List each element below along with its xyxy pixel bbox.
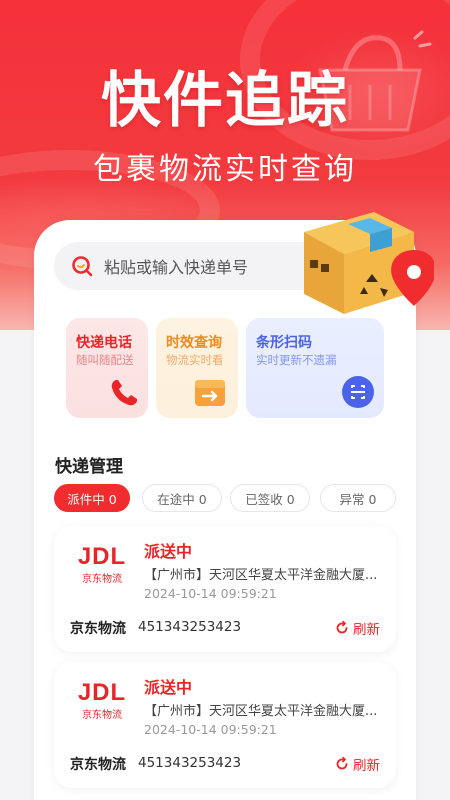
- hero-title: 快件追踪: [101, 66, 349, 136]
- quick-express-phone[interactable]: 快递电话 随叫随配送: [66, 318, 148, 418]
- package-status: 派送中: [144, 678, 193, 697]
- quick-barcode-scan[interactable]: 条形扫码 实时更新不遗漏: [246, 318, 384, 418]
- quick-subtitle: 物流实时看: [166, 353, 224, 367]
- refresh-label: 刷新: [353, 758, 380, 774]
- tab-dispatching[interactable]: 派件中 0: [54, 484, 130, 512]
- refresh-button[interactable]: 刷新: [335, 754, 380, 774]
- tracking-number: 451343253423: [138, 755, 242, 771]
- refresh-label: 刷新: [353, 622, 380, 638]
- package-card[interactable]: JDL 京东物流 派送中 【广州市】天河区华夏太平洋金融大厦... 2024-1…: [54, 526, 396, 652]
- package-status: 派送中: [144, 542, 193, 561]
- package-company: 京东物流: [70, 621, 126, 637]
- package-address: 【广州市】天河区华夏太平洋金融大厦...: [144, 704, 378, 719]
- box-arrow-icon: [195, 380, 225, 406]
- scan-icon: [342, 376, 374, 408]
- section-title: 快递管理: [55, 457, 123, 477]
- search-placeholder: 粘贴或输入快递单号: [104, 258, 249, 277]
- quick-title: 条形扫码: [256, 335, 312, 351]
- refresh-icon: [336, 757, 348, 770]
- quick-title: 快递电话: [76, 335, 132, 351]
- jdl-logo: JDL 京东物流: [77, 679, 127, 722]
- hero-subtitle: 包裹物流实时查询: [93, 152, 357, 187]
- refresh-icon: [336, 621, 348, 634]
- package-address: 【广州市】天河区华夏太平洋金融大厦...: [144, 568, 378, 583]
- tab-label: 在途中 0: [157, 491, 207, 507]
- phone-icon: [111, 380, 137, 406]
- jdl-logo: JDL 京东物流: [77, 543, 127, 586]
- quick-subtitle: 随叫随配送: [76, 353, 134, 367]
- tab-label: 派件中 0: [67, 491, 117, 507]
- package-card[interactable]: JDL 京东物流 派送中 【广州市】天河区华夏太平洋金融大厦... 2024-1…: [54, 662, 396, 788]
- quick-subtitle: 实时更新不遗漏: [256, 353, 337, 367]
- tracking-number: 451343253423: [138, 619, 242, 635]
- search-icon: [72, 256, 93, 277]
- tab-signed[interactable]: 已签收 0: [230, 484, 310, 512]
- package-time: 2024-10-14 09:59:21: [144, 586, 277, 601]
- tab-label: 已签收 0: [245, 491, 295, 507]
- tab-exception[interactable]: 异常 0: [320, 484, 396, 512]
- refresh-button[interactable]: 刷新: [335, 618, 380, 638]
- quick-timeliness-query[interactable]: 时效查询 物流实时看: [156, 318, 238, 418]
- quick-title: 时效查询: [166, 335, 222, 351]
- tab-in-transit[interactable]: 在途中 0: [142, 484, 222, 512]
- package-time: 2024-10-14 09:59:21: [144, 722, 277, 737]
- package-box-icon: [304, 212, 434, 314]
- tab-label: 异常 0: [339, 491, 377, 507]
- package-company: 京东物流: [70, 757, 126, 773]
